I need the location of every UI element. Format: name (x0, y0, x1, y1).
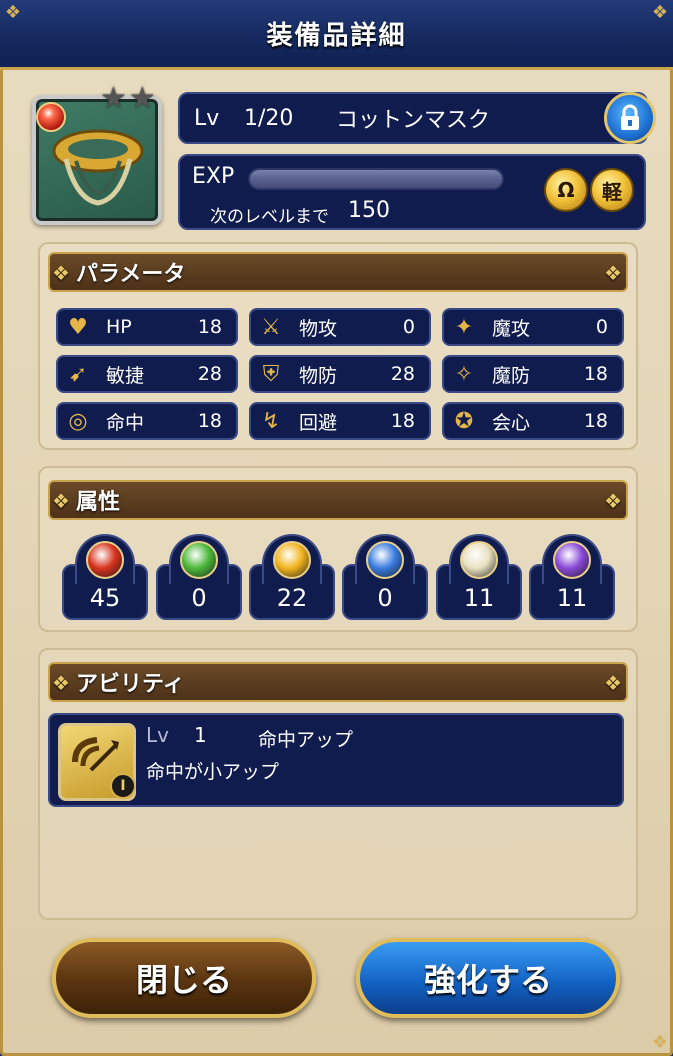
stat-target: ◎ 命中 18 (56, 402, 238, 440)
magic-staff-icon: ✦ (454, 314, 474, 340)
attribute-value: 0 (377, 584, 393, 612)
star-icon: ★ (128, 81, 156, 116)
attribute-dark: 11 (529, 534, 615, 620)
stat-label: 物防 (299, 364, 338, 387)
stat-value: 28 (390, 363, 415, 385)
ability-title: アビリティ (76, 672, 185, 697)
stat-value: 18 (197, 316, 222, 338)
stat-label: HP (106, 316, 132, 338)
wind-orb-icon (180, 541, 218, 579)
ability-row[interactable]: I Lv 1 命中アップ 命中が小アップ (48, 713, 624, 807)
enhance-button[interactable]: 強化する (356, 938, 620, 1018)
ornament-icon: ❖ (604, 671, 622, 695)
stat-label: 会心 (492, 411, 531, 434)
speed-icon: ➹ (68, 361, 88, 387)
ornament-icon: ❖ (604, 489, 622, 513)
attributes-header: ❖ 属性 ❖ (48, 480, 628, 520)
evade-icon: ↯ (261, 408, 281, 434)
stat-value: 0 (402, 316, 415, 338)
stat-label: 魔防 (492, 364, 531, 387)
ability-level-value: 1 (194, 723, 207, 747)
ornament-icon: ❖ (52, 261, 70, 285)
attribute-value: 22 (276, 584, 308, 612)
stat-label: 敏捷 (106, 364, 145, 387)
stat-label: 回避 (299, 411, 338, 434)
attributes-title: 属性 (76, 490, 121, 515)
item-name-bar: Lv 1/20 コットンマスク (178, 92, 648, 144)
attribute-wind: 0 (156, 534, 242, 620)
stat-value: 28 (197, 363, 222, 385)
close-button[interactable]: 閉じる (52, 938, 316, 1018)
next-level-label: 次のレベルまで (210, 207, 329, 227)
corner-ornament-icon: ❖ (651, 2, 669, 23)
stat-heart: ♥ HP 18 (56, 308, 238, 346)
stat-sword: ⚔ 物攻 0 (249, 308, 431, 346)
stat-speed: ➹ 敏捷 28 (56, 355, 238, 393)
ability-rank-badge: I (110, 773, 136, 799)
enhance-button-label: 強化する (423, 961, 552, 999)
attribute-value: 11 (556, 584, 588, 612)
weight-badge-button[interactable]: 軽 (590, 168, 634, 212)
lock-icon (621, 104, 639, 130)
ice-orb-icon (366, 541, 404, 579)
parameters-title: パラメータ (76, 262, 186, 287)
stat-label: 魔攻 (492, 317, 531, 340)
ability-level-label: Lv (146, 723, 169, 747)
equip-type-icon: Ω (557, 178, 575, 202)
dark-orb-icon (553, 541, 591, 579)
attribute-light: 22 (249, 534, 335, 620)
heart-icon: ♥ (68, 314, 88, 340)
close-button-label: 閉じる (135, 961, 232, 999)
attribute-fire: 45 (62, 534, 148, 620)
stat-value: 0 (595, 316, 608, 338)
fire-orb-icon (86, 541, 124, 579)
target-icon: ◎ (68, 408, 88, 434)
ability-name: 命中アップ (258, 729, 354, 751)
ornament-icon: ❖ (52, 489, 70, 513)
attribute-value: 0 (191, 584, 207, 612)
stat-value: 18 (583, 410, 608, 432)
ability-description: 命中が小アップ (146, 761, 280, 783)
rarity-stars: ★ ★ (100, 84, 156, 114)
critical-icon: ✪ (454, 408, 474, 434)
stat-value: 18 (583, 363, 608, 385)
holy-orb-icon (460, 541, 498, 579)
page-title: 装備品詳細 (266, 21, 407, 51)
stat-label: 物攻 (299, 317, 338, 340)
attribute-value: 11 (463, 584, 495, 612)
ornament-icon: ❖ (604, 261, 622, 285)
equip-type-button[interactable]: Ω (544, 168, 588, 212)
shield-icon: ⛨ (262, 361, 280, 387)
stat-value: 18 (390, 410, 415, 432)
attribute-ice: 0 (342, 534, 428, 620)
attribute-holy: 11 (436, 534, 522, 620)
corner-ornament-icon: ❖ (4, 2, 22, 23)
stat-value: 18 (197, 410, 222, 432)
ornament-icon: ❖ (52, 671, 70, 695)
stat-shield: ⛨ 物防 28 (249, 355, 431, 393)
star-icon: ★ (100, 81, 127, 116)
weight-label: 軽 (602, 179, 622, 204)
lock-button[interactable] (604, 92, 656, 144)
corner-ornament-icon: ❖ (651, 1032, 669, 1053)
fire-element-icon (36, 102, 66, 132)
stat-magic-staff: ✦ 魔攻 0 (442, 308, 624, 346)
stat-magic-defense: ✧ 魔防 18 (442, 355, 624, 393)
stat-label: 命中 (106, 411, 145, 434)
next-level-value: 150 (348, 198, 390, 223)
exp-label: EXP (192, 164, 235, 189)
attribute-value: 45 (89, 584, 121, 612)
stat-critical: ✪ 会心 18 (442, 402, 624, 440)
ability-header: ❖ アビリティ ❖ (48, 662, 628, 702)
sword-icon: ⚔ (261, 314, 281, 340)
parameters-header: ❖ パラメータ ❖ (48, 252, 628, 292)
header-bar: 装備品詳細 (0, 0, 673, 70)
stat-evade: ↯ 回避 18 (249, 402, 431, 440)
magic-defense-icon: ✧ (454, 361, 474, 387)
exp-bar (248, 168, 504, 190)
level-label: Lv (194, 105, 220, 131)
item-name: コットンマスク (336, 108, 491, 133)
light-orb-icon (273, 541, 311, 579)
level-value: 1/20 (244, 105, 294, 131)
